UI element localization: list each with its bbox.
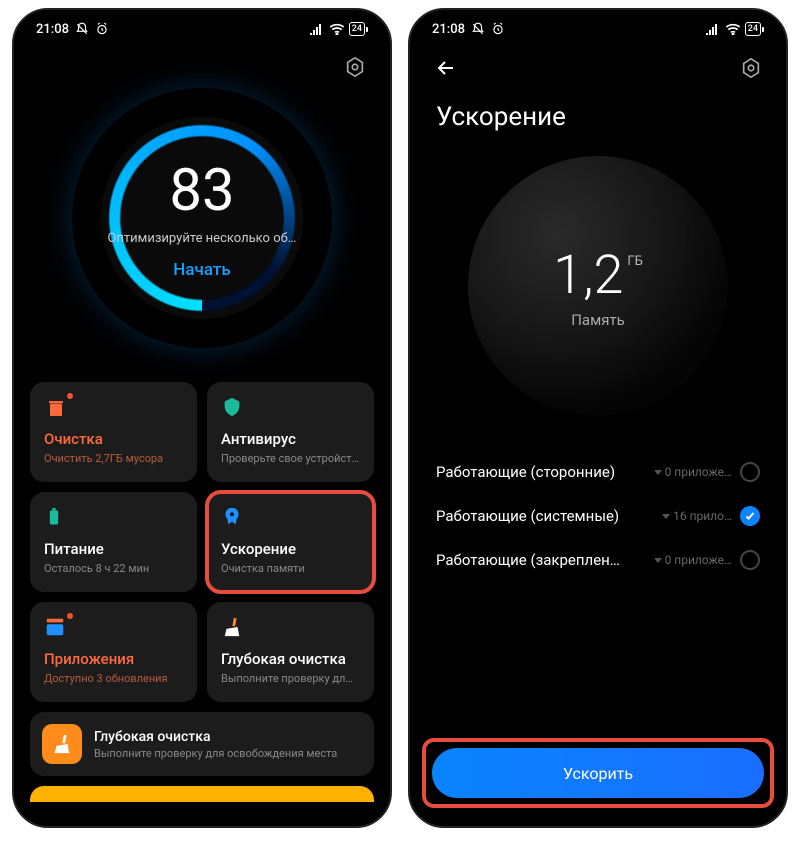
broom-icon — [221, 616, 245, 640]
signal-icon — [706, 23, 721, 35]
row-count: 0 приложе… — [654, 553, 732, 567]
battery-icon: 24 — [349, 22, 368, 36]
settings-icon[interactable] — [344, 56, 366, 82]
card-sub: Очистить 2,7ГБ мусора — [44, 452, 183, 465]
back-icon[interactable] — [434, 56, 458, 84]
boost-button[interactable]: Ускорить — [432, 748, 764, 798]
topbar — [30, 48, 374, 82]
row-label: Работающие (системные) — [436, 507, 654, 525]
shield-icon — [221, 396, 245, 420]
rocket-icon — [221, 506, 245, 530]
card-title: Глубокая очистка — [221, 650, 360, 668]
card-sub: Осталось 8 ч 22 мин — [44, 562, 183, 575]
clock: 21:08 — [36, 22, 69, 37]
card-title: Антивирус — [221, 430, 360, 448]
broom-icon — [42, 724, 82, 764]
status-bar: 21:08 24 — [14, 10, 390, 48]
checkbox-checked[interactable] — [740, 506, 760, 526]
dnd-icon — [75, 22, 89, 36]
wifi-icon — [725, 23, 741, 35]
phone-security-home: 21:08 24 83 Оптимизируйте несколько об… … — [12, 8, 392, 828]
row-system[interactable]: Работающие (системные) 16 прило… — [436, 494, 760, 538]
alarm-icon — [491, 22, 505, 36]
banner-sub: Выполните проверку для освобождения мест… — [94, 747, 362, 760]
row-count: 16 прило… — [662, 509, 732, 523]
row-third-party[interactable]: Работающие (сторонние) 0 приложе… — [436, 450, 760, 494]
card-sub: Очистка памяти — [221, 562, 360, 575]
signal-icon — [310, 23, 325, 35]
start-button[interactable]: Начать — [173, 260, 230, 280]
memory-sphere: 1,2 ГБ Память — [468, 156, 728, 416]
card-sub: Выполните проверку дл… — [221, 672, 360, 685]
chevron-down-icon — [654, 558, 662, 563]
deep-clean-banner[interactable]: Глубокая очистка Выполните проверку для … — [30, 712, 374, 776]
card-title: Питание — [44, 540, 183, 558]
dnd-icon — [471, 22, 485, 36]
row-label: Работающие (сторонние) — [436, 463, 646, 481]
apps-icon — [44, 616, 68, 640]
page-title: Ускорение — [426, 84, 770, 142]
banner-title: Глубокая очистка — [94, 729, 362, 745]
card-title: Ускорение — [221, 540, 360, 558]
card-boost[interactable]: Ускорение Очистка памяти — [207, 492, 374, 592]
chevron-down-icon — [662, 514, 670, 519]
card-power[interactable]: Питание Осталось 8 ч 22 мин — [30, 492, 197, 592]
memory-unit: ГБ — [627, 254, 642, 269]
clock: 21:08 — [432, 22, 465, 37]
battery-icon: 24 — [745, 22, 764, 36]
score-value: 83 — [169, 157, 234, 225]
phone-boost-page: 21:08 24 Ускорение 1,2 ГБ Память — [408, 8, 788, 828]
card-deepclean[interactable]: Глубокая очистка Выполните проверку дл… — [207, 602, 374, 702]
boost-button-highlight: Ускорить — [426, 742, 770, 804]
checkbox[interactable] — [740, 462, 760, 482]
card-antivirus[interactable]: Антивирус Проверьте свое устройст… — [207, 382, 374, 482]
score-subtitle: Оптимизируйте несколько об… — [107, 231, 296, 246]
trash-icon — [44, 396, 68, 420]
row-count: 0 приложе… — [654, 465, 732, 479]
chevron-down-icon — [654, 470, 662, 475]
card-title: Приложения — [44, 650, 183, 668]
promo-banner-partial[interactable] — [30, 786, 374, 802]
memory-label: Память — [571, 311, 625, 329]
battery-card-icon — [44, 506, 68, 530]
alarm-icon — [95, 22, 109, 36]
card-apps[interactable]: Приложения Доступно 3 обновления — [30, 602, 197, 702]
card-cleanup[interactable]: Очистка Очистить 2,7ГБ мусора — [30, 382, 197, 482]
row-label: Работающие (закреплен… — [436, 551, 646, 569]
memory-value: 1,2 — [553, 244, 623, 307]
settings-icon[interactable] — [740, 57, 762, 83]
status-bar: 21:08 24 — [410, 10, 786, 48]
row-pinned[interactable]: Работающие (закреплен… 0 приложе… — [436, 538, 760, 582]
card-sub: Доступно 3 обновления — [44, 672, 183, 685]
checkbox[interactable] — [740, 550, 760, 570]
score-ring: 83 Оптимизируйте несколько об… Начать — [72, 88, 332, 348]
wifi-icon — [329, 23, 345, 35]
card-sub: Проверьте свое устройст… — [221, 452, 360, 465]
card-title: Очистка — [44, 430, 183, 448]
